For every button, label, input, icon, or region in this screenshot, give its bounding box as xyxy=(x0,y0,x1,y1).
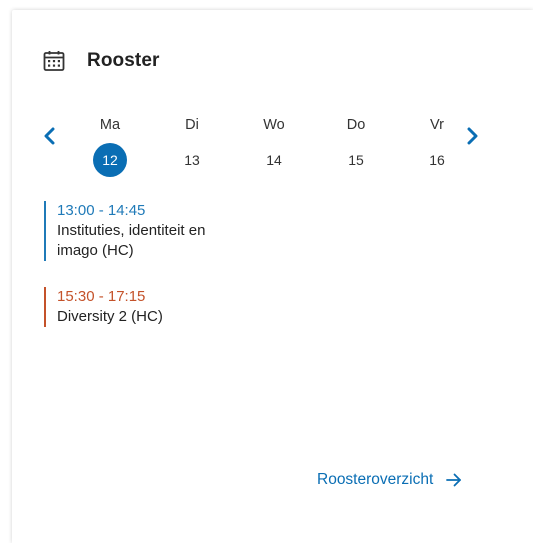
day-number: 16 xyxy=(429,152,445,168)
day-number: 14 xyxy=(266,152,282,168)
day-name: Wo xyxy=(263,117,285,133)
previous-week-button[interactable] xyxy=(38,126,62,150)
chevron-right-icon xyxy=(464,126,480,151)
day-name: Vr xyxy=(430,117,444,133)
day-thursday[interactable]: Do 15 xyxy=(326,110,386,180)
arrow-right-icon xyxy=(445,471,463,489)
schedule-overview-link[interactable]: Roosteroverzicht xyxy=(317,471,463,489)
day-tuesday[interactable]: Di 13 xyxy=(162,110,222,180)
day-number: 13 xyxy=(184,152,200,168)
day-friday[interactable]: Vr 16 xyxy=(407,110,467,180)
card-title: Rooster xyxy=(87,50,160,71)
next-week-button[interactable] xyxy=(460,126,484,150)
event-item[interactable]: 15:30 - 17:15 Diversity 2 (HC) xyxy=(44,287,247,327)
day-name: Ma xyxy=(99,117,121,133)
day-name: Do xyxy=(346,117,366,133)
week-day-selector: Ma 12 Di 13 Wo 14 Do 15 Vr 16 xyxy=(62,110,472,180)
day-wednesday[interactable]: Wo 14 xyxy=(244,110,304,180)
day-name: Di xyxy=(185,117,199,133)
event-item[interactable]: 13:00 - 14:45 Instituties, identiteit en… xyxy=(44,201,247,261)
event-time: 15:30 - 17:15 xyxy=(57,288,146,305)
schedule-card xyxy=(12,10,533,543)
event-title: Diversity 2 (HC) xyxy=(57,308,163,325)
schedule-overview-label: Roosteroverzicht xyxy=(317,471,434,488)
chevron-left-icon xyxy=(42,126,58,151)
calendar-icon xyxy=(42,49,66,73)
day-number-selected: 12 xyxy=(93,143,127,177)
event-title: Instituties, identiteit en imago (HC) xyxy=(57,222,206,259)
day-number: 15 xyxy=(348,152,364,168)
card-header: Rooster xyxy=(42,48,160,74)
event-time: 13:00 - 14:45 xyxy=(57,202,146,219)
day-monday[interactable]: Ma 12 xyxy=(80,110,140,180)
